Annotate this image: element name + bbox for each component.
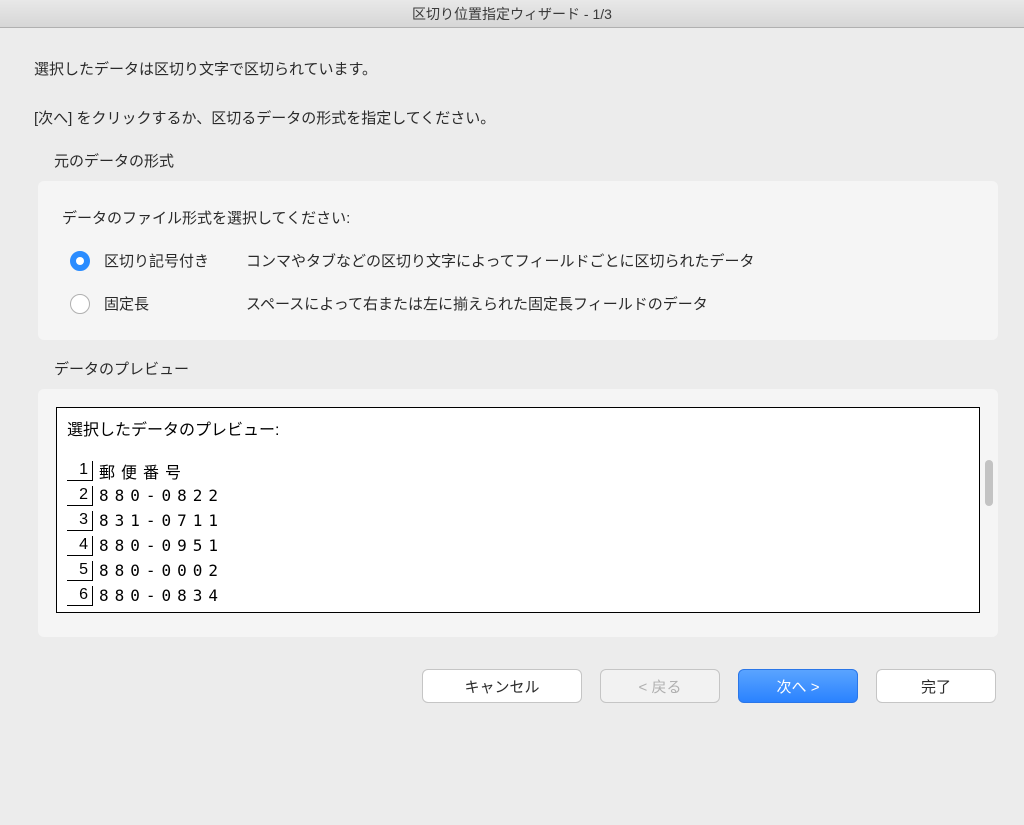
- preview-row-value: 郵便番号: [93, 459, 187, 483]
- wizard-content: 選択したデータは区切り文字で区切られています。 [次へ] をクリックするか、区切…: [0, 28, 1024, 647]
- preview-panel: 選択したデータのプレビュー: 1郵便番号2880-08223831-071148…: [38, 389, 998, 637]
- intro-line-1: 選択したデータは区切り文字で区切られています。: [34, 58, 1006, 79]
- preview-row-value: 880-0951: [93, 536, 224, 555]
- preview-row-number: 1: [67, 461, 93, 481]
- preview-row-number: 3: [67, 511, 93, 531]
- radio-delimited-desc: コンマやタブなどの区切り文字によってフィールドごとに区切られたデータ: [246, 250, 755, 271]
- preview-row-value: 880-0002: [93, 561, 224, 580]
- preview-row: 1郵便番号: [67, 458, 969, 483]
- preview-row: 6880-0834: [67, 583, 969, 608]
- preview-row: 2880-0822: [67, 483, 969, 508]
- format-panel: データのファイル形式を選択してください: 区切り記号付き コンマやタブなどの区切…: [38, 181, 998, 340]
- radio-fixed[interactable]: [70, 294, 90, 314]
- preview-row-value: 880-0834: [93, 586, 224, 605]
- preview-row-number: 2: [67, 486, 93, 506]
- window-title: 区切り位置指定ウィザード - 1/3: [0, 0, 1024, 28]
- preview-section-label: データのプレビュー: [54, 358, 1006, 379]
- back-button: < 戻る: [600, 669, 720, 703]
- cancel-button[interactable]: キャンセル: [422, 669, 582, 703]
- preview-row: 5880-0002: [67, 558, 969, 583]
- preview-title: 選択したデータのプレビュー:: [67, 416, 969, 440]
- preview-row: 3831-0711: [67, 508, 969, 533]
- preview-row: 4880-0951: [67, 533, 969, 558]
- radio-delimited[interactable]: [70, 251, 90, 271]
- finish-button[interactable]: 完了: [876, 669, 996, 703]
- intro-line-2: [次へ] をクリックするか、区切るデータの形式を指定してください。: [34, 107, 1006, 128]
- radio-row-fixed[interactable]: 固定長 スペースによって右または左に揃えられた固定長フィールドのデータ: [62, 293, 974, 314]
- preview-row-number: 6: [67, 586, 93, 606]
- format-instruction: データのファイル形式を選択してください:: [62, 207, 974, 228]
- preview-scrollbar-thumb[interactable]: [985, 460, 993, 506]
- format-section-label: 元のデータの形式: [54, 150, 1006, 171]
- preview-table: 1郵便番号2880-08223831-07114880-09515880-000…: [67, 458, 969, 608]
- radio-fixed-label: 固定長: [104, 293, 234, 314]
- preview-row-number: 5: [67, 561, 93, 581]
- radio-delimited-label: 区切り記号付き: [104, 250, 234, 271]
- button-bar: キャンセル < 戻る 次へ > 完了: [0, 647, 1024, 727]
- radio-row-delimited[interactable]: 区切り記号付き コンマやタブなどの区切り文字によってフィールドごとに区切られたデ…: [62, 250, 974, 271]
- next-button[interactable]: 次へ >: [738, 669, 858, 703]
- preview-row-number: 4: [67, 536, 93, 556]
- radio-fixed-desc: スペースによって右または左に揃えられた固定長フィールドのデータ: [246, 293, 708, 314]
- preview-row-value: 880-0822: [93, 486, 224, 505]
- preview-row-value: 831-0711: [93, 511, 224, 530]
- preview-box: 選択したデータのプレビュー: 1郵便番号2880-08223831-071148…: [56, 407, 980, 613]
